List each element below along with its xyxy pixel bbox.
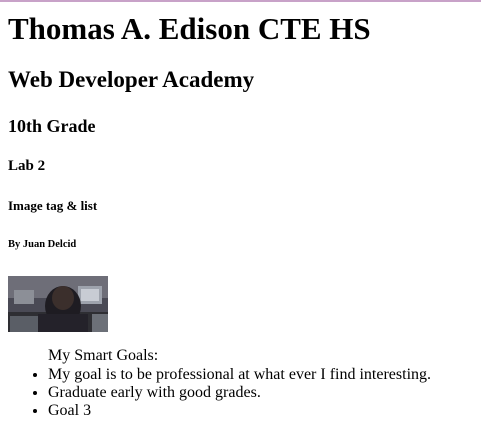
- top-border: [0, 0, 481, 2]
- list-item: My goal is to be professional at what ev…: [48, 366, 431, 384]
- topic-heading: Image tag & list: [8, 198, 98, 213]
- author-heading: By Juan Delcid: [8, 239, 77, 250]
- lab-heading: Lab 2: [8, 158, 46, 174]
- goals-list: My goal is to be professional at what ev…: [8, 366, 431, 420]
- school-title: Thomas A. Edison CTE HS: [8, 11, 371, 46]
- classroom-photo: [8, 276, 108, 332]
- academy-title: Web Developer Academy: [8, 67, 255, 92]
- list-item: Graduate early with good grades.: [48, 384, 431, 402]
- list-item: Goal 3: [48, 402, 431, 420]
- grade-heading: 10th Grade: [8, 116, 96, 136]
- goals-label: My Smart Goals:: [48, 347, 159, 364]
